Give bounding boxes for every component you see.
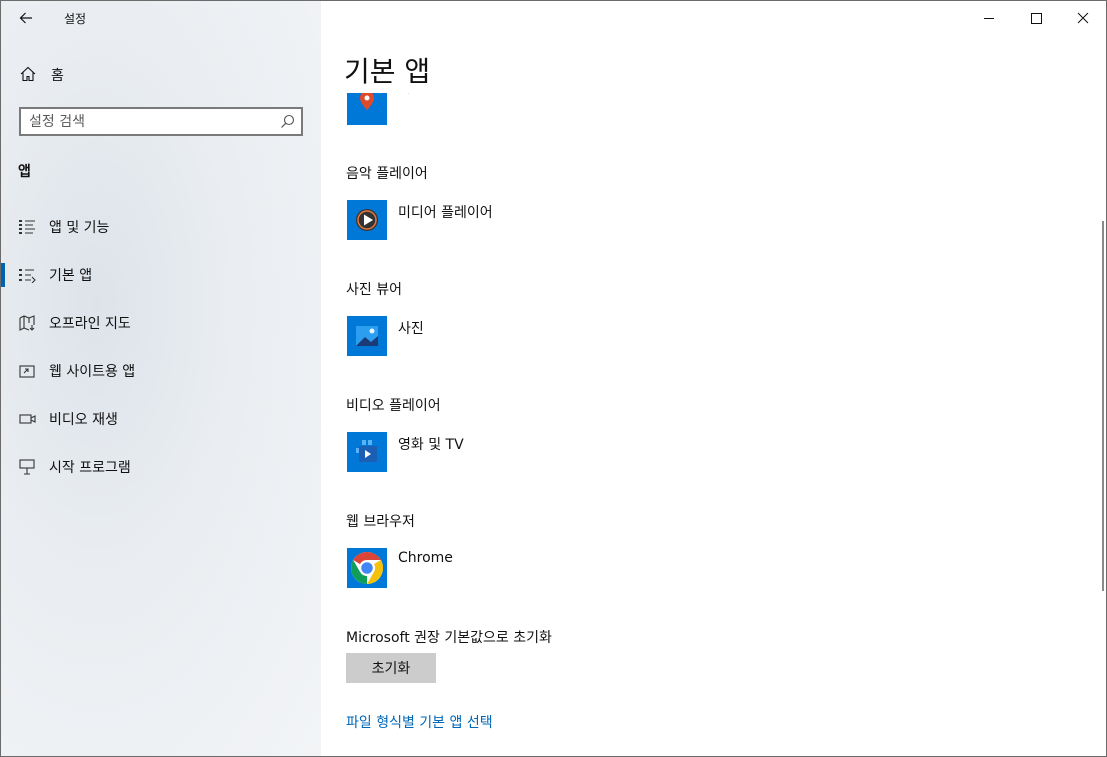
maximize-button[interactable] (1013, 1, 1059, 35)
reset-description: Microsoft 권장 기본값으로 초기화 (346, 630, 552, 646)
section-heading: 앱 (18, 164, 31, 180)
app-tile-photos[interactable] (347, 316, 387, 356)
app-tile-browser[interactable] (347, 548, 387, 588)
app-tile-music[interactable] (347, 200, 387, 240)
minimize-icon (984, 18, 994, 19)
sidebar-item-label: 웹 사이트용 앱 (49, 364, 136, 380)
app-tile-maps[interactable] (347, 93, 387, 125)
maximize-icon (1031, 13, 1042, 24)
startup-icon (19, 459, 35, 475)
media-player-icon (347, 200, 387, 240)
choose-by-file-type-link[interactable]: 파일 형식별 기본 앱 선택 (346, 712, 493, 732)
reset-button[interactable]: 초기화 (346, 653, 436, 683)
sidebar-item-offline-maps[interactable]: 오프라인 지도 (1, 303, 321, 343)
apps-features-icon (19, 220, 35, 234)
window-controls (966, 1, 1106, 35)
sidebar-item-startup[interactable]: 시작 프로그램 (1, 447, 321, 487)
back-button[interactable] (15, 7, 37, 29)
close-button[interactable] (1060, 1, 1106, 35)
category-label: 음악 플레이어 (346, 166, 428, 182)
sidebar-item-label: 시작 프로그램 (49, 460, 131, 476)
search-box[interactable] (19, 107, 303, 136)
category-label: 비디오 플레이어 (346, 398, 441, 414)
close-icon (1077, 12, 1089, 24)
sidebar: 설정 홈 앱 앱 및 기능 기본 앱 오프라인 지도 웹 사이트용 앱 (1, 1, 321, 756)
search-input[interactable] (29, 112, 269, 131)
sidebar-item-video-playback[interactable]: 비디오 재생 (1, 399, 321, 439)
category-label: 웹 브라우저 (346, 514, 415, 530)
app-name: 사진 (398, 321, 424, 337)
sidebar-item-label: 오프라인 지도 (49, 316, 131, 332)
video-playback-icon (19, 414, 36, 424)
back-arrow-icon (19, 12, 32, 24)
page-title: 기본 앱 (344, 53, 431, 91)
scrollbar[interactable] (1102, 221, 1104, 591)
selected-indicator (1, 263, 5, 287)
sidebar-item-label: 기본 앱 (49, 268, 93, 284)
settings-window: 설정 홈 앱 앱 및 기능 기본 앱 오프라인 지도 웹 사이트용 앱 (0, 0, 1107, 757)
app-name: 지도 (398, 93, 424, 97)
sidebar-item-label: 비디오 재생 (49, 412, 118, 428)
app-title: 설정 (64, 12, 87, 26)
sidebar-item-default-apps[interactable]: 기본 앱 (1, 255, 321, 295)
search-icon[interactable] (280, 114, 295, 129)
minimize-button[interactable] (966, 1, 1012, 35)
title-bar: 설정 (1, 1, 321, 37)
app-name: 영화 및 TV (398, 437, 464, 453)
main-content: 기본 앱 지도 음악 플레이어 미디어 플레이어 사진 뷰어 사진 비디오 플레… (321, 1, 1106, 756)
apps-for-websites-icon (19, 365, 35, 378)
photos-icon (347, 316, 387, 356)
home-icon (20, 66, 36, 82)
app-tile-video[interactable] (347, 432, 387, 472)
app-name: 미디어 플레이어 (398, 205, 493, 221)
offline-maps-icon (19, 315, 35, 331)
home-label: 홈 (51, 68, 64, 84)
sidebar-item-apps-features[interactable]: 앱 및 기능 (1, 207, 321, 247)
sidebar-item-label: 앱 및 기능 (49, 220, 110, 236)
chrome-icon (347, 548, 387, 588)
default-apps-list: 지도 음악 플레이어 미디어 플레이어 사진 뷰어 사진 비디오 플레이어 영화… (321, 93, 1096, 756)
category-label: 사진 뷰어 (346, 282, 402, 298)
maps-icon (347, 93, 387, 125)
app-name: Chrome (398, 550, 453, 566)
default-apps-icon (19, 269, 36, 283)
movies-tv-icon (347, 432, 387, 472)
sidebar-item-apps-for-websites[interactable]: 웹 사이트용 앱 (1, 351, 321, 391)
